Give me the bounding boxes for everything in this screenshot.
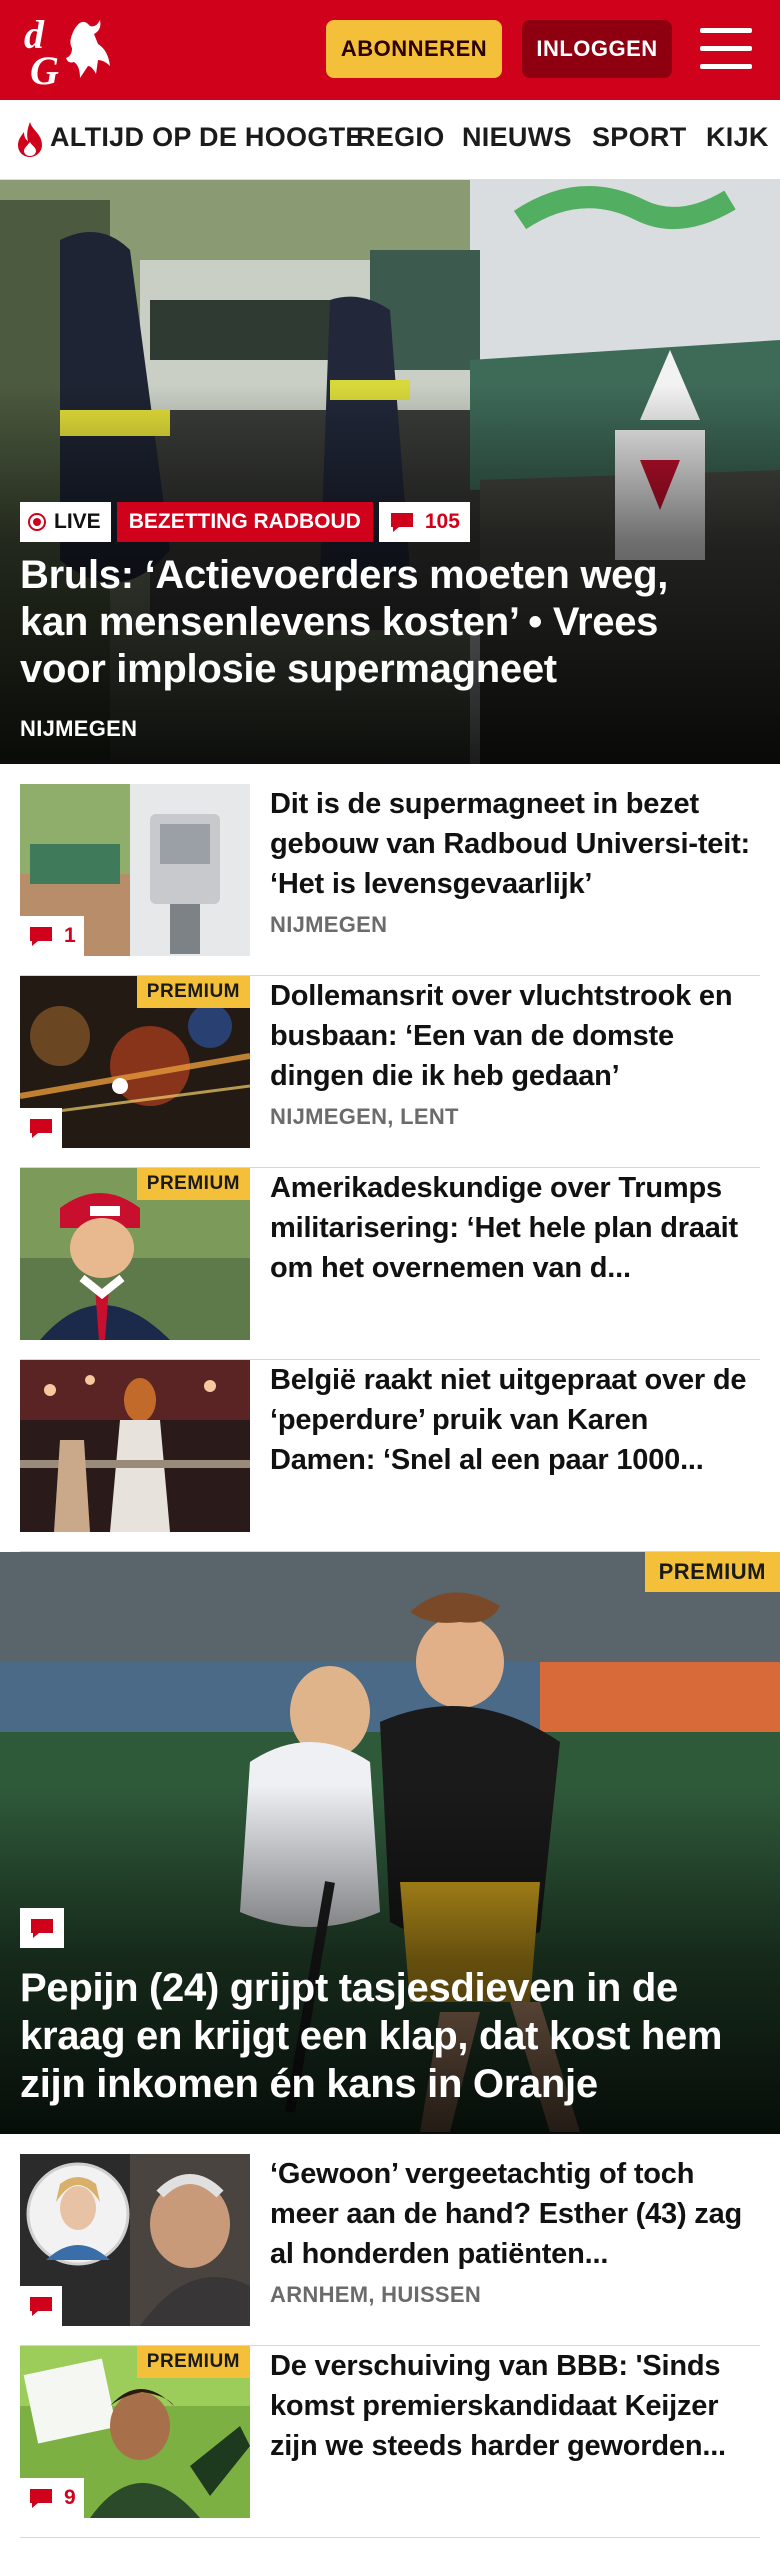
svg-text:G: G <box>30 48 59 88</box>
comment-icon <box>390 513 413 532</box>
comment-badge[interactable]: 105 <box>378 502 470 542</box>
article-location: ARNHEM, HUISSEN <box>270 2282 482 2307</box>
article-card[interactable]: PREMIUM Amerikadeskundige over Trumps mi… <box>20 1168 760 1360</box>
topic-badge[interactable]: BEZETTING RADBOUD <box>116 502 373 542</box>
live-dot-icon <box>28 513 46 531</box>
article-card[interactable]: ‘Gewoon’ vergeetachtig of toch meer aan … <box>20 2154 760 2346</box>
comment-icon <box>31 1919 53 1938</box>
live-badge: LIVE <box>20 502 111 542</box>
comment-count: 9 <box>64 2486 76 2509</box>
hero-location: NIJMEGEN <box>20 716 138 741</box>
comment-count: 105 <box>424 510 460 533</box>
nav-item-regio[interactable]: REGIO <box>356 122 445 153</box>
nav-item-altijd-op-de-hoogte[interactable]: ALTIJD OP DE HOOGTE <box>50 122 364 153</box>
feature-title[interactable]: Pepijn (24) grijpt tasjesdieven in de kr… <box>20 1964 760 2108</box>
article-location: NIJMEGEN <box>270 912 388 937</box>
login-button[interactable]: INLOGGEN <box>522 20 672 78</box>
comment-badge[interactable] <box>20 1108 62 1148</box>
comment-icon <box>30 927 52 946</box>
article-card[interactable]: PREMIUM Dollemansrit over vluchtstrook e… <box>20 976 760 1168</box>
comment-badge[interactable] <box>20 2286 62 2326</box>
article-thumbnail <box>20 2154 250 2326</box>
hamburger-menu-icon[interactable] <box>700 28 752 70</box>
subscribe-button[interactable]: ABONNEREN <box>326 20 502 78</box>
comment-icon <box>30 2489 52 2508</box>
article-title[interactable]: Dit is de supermagneet in bezet gebouw v… <box>270 784 760 904</box>
article-thumbnail: 1 <box>20 784 250 956</box>
nav-item-kijk[interactable]: KIJK <box>706 122 769 153</box>
article-location: NIJMEGEN, LENT <box>270 1104 459 1129</box>
flame-icon <box>18 122 42 157</box>
comment-badge[interactable]: 1 <box>20 916 84 956</box>
article-title[interactable]: Dollemansrit over vluchtstrook en busbaa… <box>270 976 760 1096</box>
hero-article[interactable]: LIVE BEZETTING RADBOUD 105 Bruls: ‘Actie… <box>0 180 780 764</box>
article-thumbnail: PREMIUM <box>20 1168 250 1340</box>
nav-item-sport[interactable]: SPORT <box>592 122 687 153</box>
article-title[interactable]: De verschuiving van BBB: 'Sinds komst pr… <box>270 2346 760 2466</box>
premium-badge: PREMIUM <box>136 1168 250 1200</box>
article-card[interactable]: 1 Dit is de supermagneet in bezet gebouw… <box>20 784 760 976</box>
comment-icon <box>30 1119 52 1138</box>
premium-badge: PREMIUM <box>136 2346 250 2378</box>
premium-badge: PREMIUM <box>644 1552 780 1592</box>
comment-count: 1 <box>64 924 76 947</box>
article-title[interactable]: België raakt niet uitgepraat over de ‘pe… <box>270 1360 760 1480</box>
article-thumbnail: PREMIUM 9 <box>20 2346 250 2518</box>
article-thumbnail <box>20 1360 250 1532</box>
feature-article[interactable]: PREMIUM Pepijn (24) grijpt tasjesdieven … <box>0 1552 780 2134</box>
comment-badge[interactable] <box>20 1908 64 1948</box>
article-card[interactable]: PREMIUM 9 De verschuiving van BBB: 'Sind… <box>20 2346 760 2538</box>
comment-icon <box>30 2297 52 2316</box>
premium-badge: PREMIUM <box>136 976 250 1008</box>
hero-tags: LIVE BEZETTING RADBOUD 105 <box>20 502 470 542</box>
section-nav: ALTIJD OP DE HOOGTE REGIO NIEUWS SPORT K… <box>0 100 780 180</box>
article-title[interactable]: Amerikadeskundige over Trumps militarise… <box>270 1168 760 1288</box>
nav-item-nieuws[interactable]: NIEUWS <box>462 122 572 153</box>
article-thumbnail: PREMIUM <box>20 976 250 1148</box>
top-bar: d G ABONNEREN INLOGGEN <box>0 0 780 100</box>
article-title[interactable]: ‘Gewoon’ vergeetachtig of toch meer aan … <box>270 2154 760 2274</box>
comment-badge[interactable]: 9 <box>20 2478 84 2518</box>
dg-logo[interactable]: d G <box>22 12 114 88</box>
hero-title[interactable]: Bruls: ‘Actievoerders moeten weg, kan me… <box>20 552 740 693</box>
article-card[interactable]: België raakt niet uitgepraat over de ‘pe… <box>20 1360 760 1552</box>
live-label: LIVE <box>54 510 101 533</box>
